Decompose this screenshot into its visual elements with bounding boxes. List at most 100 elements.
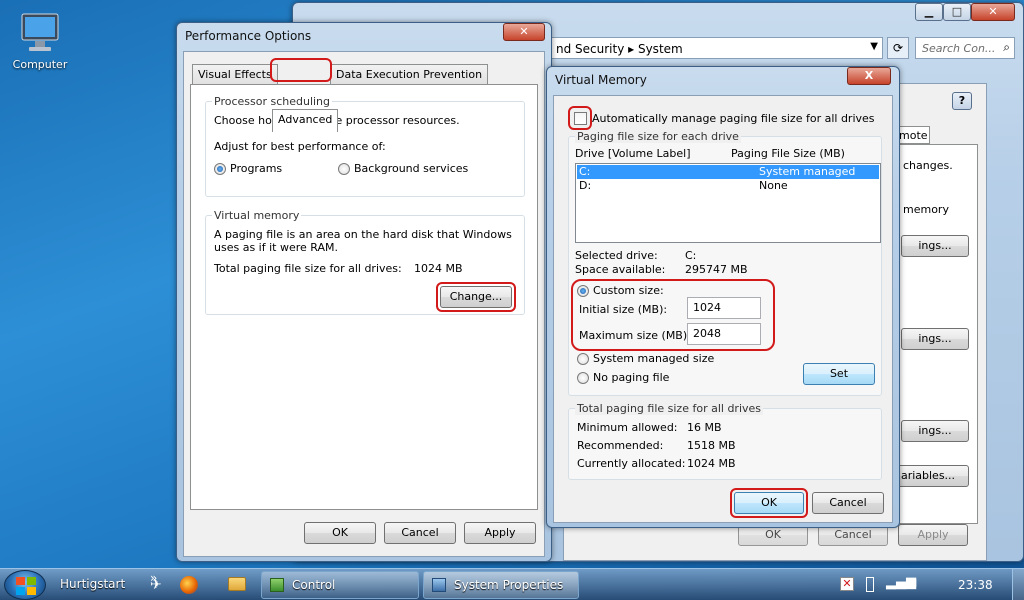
drive-row-d[interactable]: D: None <box>577 179 879 193</box>
total-paging-label: Total paging file size for all drives: <box>214 262 402 275</box>
tab-visual-effects[interactable]: Visual Effects <box>192 64 278 84</box>
paging-each-drive-group: Paging file size for each drive Drive [V… <box>568 130 882 396</box>
tab-advanced[interactable]: Advanced <box>272 109 339 132</box>
total-paging-title: Total paging file size for all drives <box>575 402 764 415</box>
no-paging-file-radio[interactable] <box>577 372 589 384</box>
drive-row-c[interactable]: C: System managed <box>577 165 879 179</box>
action-center-icon[interactable]: ✕ <box>840 577 854 591</box>
tab-panel: Processor scheduling Choose how to alloc… <box>190 84 538 510</box>
change-button[interactable]: Change... <box>440 286 512 308</box>
cancel-button[interactable]: Cancel <box>384 522 456 544</box>
clock[interactable]: 23:38 <box>958 578 993 592</box>
custom-size-label[interactable]: Custom size: <box>593 284 664 297</box>
total-paging-value: 1024 MB <box>414 262 463 275</box>
background-services-radio[interactable] <box>338 163 350 175</box>
annotation-advanced-tab <box>270 58 332 82</box>
minimize-button[interactable]: ▁ <box>915 3 943 21</box>
help-icon[interactable]: ? <box>952 92 972 110</box>
start-button[interactable] <box>4 570 46 600</box>
dialog-title: Performance Options <box>185 29 312 43</box>
dialog-client: Visual Effects Advanced Data Execution P… <box>183 51 545 557</box>
drive-letter: C: <box>579 165 591 178</box>
search-placeholder: Search Con... <box>922 42 996 55</box>
auto-manage-checkbox[interactable] <box>574 112 587 125</box>
custom-size-radio[interactable] <box>577 285 589 297</box>
background-services-label[interactable]: Background services <box>354 162 468 175</box>
changes-text: changes. <box>903 159 953 172</box>
close-button[interactable]: X <box>847 67 891 85</box>
task-label: Control Panel\Syste... <box>292 578 336 592</box>
taskbar-system-properties[interactable]: System Properties <box>423 571 579 599</box>
maximum-size-label: Maximum size (MB): <box>579 329 691 342</box>
taskbar: Hurtigstart » ✈ Control Panel\Syste... S… <box>0 568 1024 600</box>
drive-size: None <box>759 179 788 192</box>
programs-radio[interactable] <box>214 163 226 175</box>
auto-manage-label[interactable]: Automatically manage paging file size fo… <box>592 112 875 125</box>
selected-drive-value: C: <box>685 249 697 262</box>
initial-size-input[interactable]: 1024 <box>687 297 761 319</box>
minimum-allowed-label: Minimum allowed: <box>577 421 678 434</box>
currently-allocated-label: Currently allocated: <box>577 457 686 470</box>
ok-button[interactable]: OK <box>304 522 376 544</box>
system-managed-label[interactable]: System managed size <box>593 352 714 365</box>
search-input[interactable]: Search Con... ⌕ <box>915 37 1015 59</box>
processor-scheduling-title: Processor scheduling <box>212 95 333 108</box>
volume-icon[interactable]: 🔈︎ <box>912 575 920 591</box>
search-icon: ⌕ <box>1003 40 1010 54</box>
control-panel-icon <box>270 578 284 592</box>
programs-label[interactable]: Programs <box>230 162 282 175</box>
maximum-size-input[interactable]: 2048 <box>687 323 761 345</box>
explorer-folder-icon[interactable] <box>228 577 246 591</box>
address-bar[interactable]: nd Security ▸ System ▼ <box>549 37 883 59</box>
initial-size-label: Initial size (MB): <box>579 303 668 316</box>
profiles-settings-button[interactable]: ings... <box>901 328 969 350</box>
show-desktop-button[interactable] <box>1012 569 1024 600</box>
performance-settings-button[interactable]: ings... <box>901 235 969 257</box>
apply-button[interactable]: Apply <box>464 522 536 544</box>
refresh-icon[interactable]: ⟳ <box>887 37 909 59</box>
no-paging-file-label[interactable]: No paging file <box>593 371 669 384</box>
selected-drive-label: Selected drive: <box>575 249 658 262</box>
processor-scheduling-group: Processor scheduling Choose how to alloc… <box>205 95 525 197</box>
recommended-value: 1518 MB <box>687 439 736 452</box>
ok-button[interactable]: OK <box>734 492 804 514</box>
tab-data-execution-prevention[interactable]: Data Execution Prevention <box>330 64 489 84</box>
close-button[interactable]: ✕ <box>971 3 1015 21</box>
drive-letter: D: <box>579 179 592 192</box>
memory-text: memory <box>903 203 949 216</box>
virtual-memory-description: A paging file is an area on the hard dis… <box>214 228 512 254</box>
virtual-memory-group: Virtual memory A paging file is an area … <box>205 209 525 315</box>
column-header-size: Paging File Size (MB) <box>731 147 845 160</box>
windows-logo-icon <box>16 577 36 595</box>
computer-desktop-icon[interactable]: Computer <box>8 8 72 78</box>
taskbar-control-panel[interactable]: Control Panel\Syste... <box>261 571 419 599</box>
virtual-memory-title: Virtual memory <box>212 209 302 222</box>
battery-icon[interactable] <box>866 577 874 592</box>
space-available-value: 295747 MB <box>685 263 748 276</box>
set-button[interactable]: Set <box>803 363 875 385</box>
startup-settings-button[interactable]: ings... <box>901 420 969 442</box>
close-button[interactable]: ✕ <box>503 23 545 41</box>
column-header-drive: Drive [Volume Label] <box>575 147 691 160</box>
performance-options-dialog: Performance Options ✕ Visual Effects Adv… <box>176 22 552 562</box>
drive-list[interactable]: C: System managed D: None <box>575 163 881 243</box>
drive-size: System managed <box>759 165 856 178</box>
breadcrumb: nd Security ▸ System <box>556 42 683 56</box>
total-paging-group: Total paging file size for all drives Mi… <box>568 402 882 480</box>
chevron-down-icon[interactable]: ▼ <box>870 41 878 52</box>
system-managed-radio[interactable] <box>577 353 589 365</box>
app-launcher-icon[interactable]: ✈ <box>150 577 168 593</box>
maximize-button[interactable]: □ <box>943 3 971 21</box>
dialog-title: Virtual Memory <box>555 73 647 87</box>
cancel-button[interactable]: Cancel <box>812 492 884 514</box>
task-label: System Properties <box>454 578 564 592</box>
currently-allocated-value: 1024 MB <box>687 457 736 470</box>
system-properties-icon <box>432 578 446 592</box>
virtual-memory-dialog: Virtual Memory X Automatically manage pa… <box>546 66 900 528</box>
firefox-icon[interactable] <box>180 576 198 594</box>
space-available-label: Space available: <box>575 263 666 276</box>
sysprop-apply-button[interactable]: Apply <box>898 524 968 546</box>
quick-launch-label[interactable]: Hurtigstart <box>60 577 125 591</box>
computer-icon <box>21 13 59 51</box>
adjust-label: Adjust for best performance of: <box>214 140 386 153</box>
